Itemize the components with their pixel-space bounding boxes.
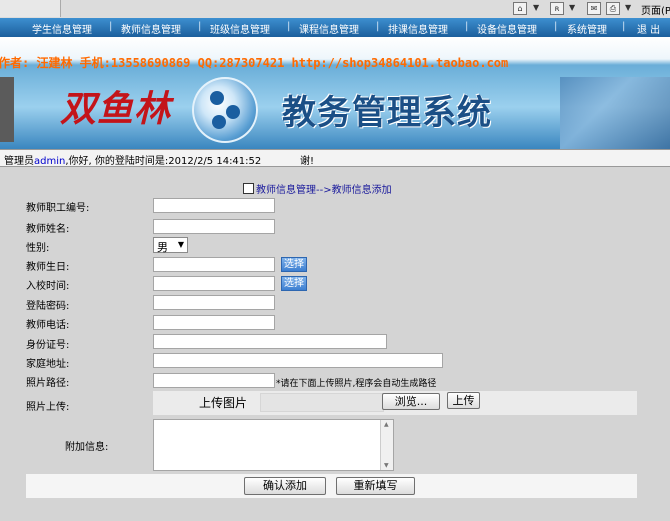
birthday-input[interactable]: [153, 257, 275, 272]
label-teacher-name: 教师姓名:: [26, 224, 70, 235]
teacher-no-input[interactable]: [153, 198, 275, 213]
address-input[interactable]: [153, 353, 443, 368]
upload-button[interactable]: 上传: [447, 392, 480, 409]
chevron-down-icon[interactable]: ▼: [533, 3, 539, 12]
breadcrumb: 教师信息管理-->教师信息添加: [243, 181, 392, 196]
extra-info-textarea[interactable]: ▲ ▼: [153, 419, 394, 471]
scroll-up-icon[interactable]: ▲: [384, 421, 389, 428]
chevron-down-icon[interactable]: ▼: [569, 3, 575, 12]
photo-path-input[interactable]: [153, 373, 275, 388]
home-icon[interactable]: ⌂: [513, 2, 527, 15]
submit-button[interactable]: 确认添加: [244, 477, 326, 495]
banner-cityscape-image: [560, 77, 670, 149]
nav-separator: |: [287, 21, 291, 32]
label-address: 家庭地址:: [26, 359, 70, 370]
nav-class-management[interactable]: 班级信息管理: [210, 21, 270, 36]
browse-button[interactable]: 浏览...: [382, 393, 440, 410]
brand-logo-text: 双鱼林: [60, 88, 172, 130]
nav-logout[interactable]: 退 出: [637, 21, 660, 36]
label-gender: 性别:: [26, 243, 50, 254]
username: admin: [34, 156, 66, 167]
reset-button[interactable]: 重新填写: [336, 477, 415, 495]
nav-student-management[interactable]: 学生信息管理: [32, 21, 92, 36]
form-actions: 确认添加 重新填写: [26, 474, 637, 498]
label-teacher-no: 教师职工编号:: [26, 203, 90, 214]
globe-logo-icon: [192, 77, 258, 143]
nav-equipment-management[interactable]: 设备信息管理: [477, 21, 537, 36]
chevron-down-icon[interactable]: ▼: [625, 3, 631, 12]
scroll-down-icon[interactable]: ▼: [384, 462, 389, 469]
user-info-bar: 管理员admin,你好, 你的登陆时间是:2012/2/5 14:41:52 谢…: [0, 149, 670, 167]
nav-separator: |: [465, 21, 469, 32]
textarea-scrollbar[interactable]: ▲ ▼: [380, 420, 393, 470]
login-info: 管理员admin,你好, 你的登陆时间是:2012/2/5 14:41:52: [4, 156, 262, 167]
password-input[interactable]: [153, 295, 275, 310]
file-path-field[interactable]: [260, 393, 384, 412]
author-contact: 作者: 汪建林 手机:13558690869 QQ:287307421 http…: [0, 56, 509, 70]
system-title: 教务管理系统: [282, 93, 492, 133]
label-id-card: 身份证号:: [26, 340, 70, 351]
label-photo-upload: 照片上传:: [26, 402, 70, 413]
upload-image-label: 上传图片: [199, 396, 248, 410]
nav-separator: |: [622, 21, 626, 32]
chevron-down-icon: ▼: [177, 240, 184, 249]
browser-toolbar: ⌂ ▼ ʀ ▼ ✉ ⎙ ▼ 页面(P): [0, 0, 670, 19]
label-photo-path: 照片路径:: [26, 378, 70, 389]
nav-teacher-management[interactable]: 教师信息管理: [121, 21, 181, 36]
label-password: 登陆密码:: [26, 301, 70, 312]
birthday-select-button[interactable]: 选择: [281, 257, 307, 272]
nav-system-management[interactable]: 系统管理: [567, 21, 607, 36]
print-icon[interactable]: ⎙: [606, 2, 620, 15]
id-card-input[interactable]: [153, 334, 387, 349]
rss-feed-icon[interactable]: ʀ: [550, 2, 564, 15]
banner-decoration: [0, 77, 14, 142]
photo-path-hint: *请在下面上传照片,程序会自动生成路径: [276, 379, 437, 389]
nav-separator: |: [554, 21, 558, 32]
entry-date-select-button[interactable]: 选择: [281, 276, 307, 291]
nav-separator: |: [109, 21, 113, 32]
label-phone: 教师电话:: [26, 320, 70, 331]
teacher-name-input[interactable]: [153, 219, 275, 234]
edit-icon: [243, 183, 254, 194]
photo-upload-row: 上传图片 浏览... 上传: [153, 391, 637, 415]
top-navigation: 学生信息管理 | 教师信息管理 | 班级信息管理 | 课程信息管理 | 排课信息…: [0, 18, 670, 37]
nav-separator: |: [198, 21, 202, 32]
label-extra-info: 附加信息:: [65, 442, 109, 453]
label-birthday: 教师生日:: [26, 262, 70, 273]
nav-separator: |: [376, 21, 380, 32]
entry-date-input[interactable]: [153, 276, 275, 291]
mail-icon[interactable]: ✉: [587, 2, 601, 15]
address-bar[interactable]: [0, 0, 61, 17]
nav-schedule-management[interactable]: 排课信息管理: [388, 21, 448, 36]
nav-course-management[interactable]: 课程信息管理: [299, 21, 359, 36]
label-entry-date: 入校时间:: [26, 281, 70, 292]
scroll-text-tail: 谢!: [300, 156, 315, 167]
header-banner: 作者: 汪建林 手机:13558690869 QQ:287307421 http…: [0, 37, 670, 149]
page-menu[interactable]: 页面(P): [641, 2, 670, 17]
phone-input[interactable]: [153, 315, 275, 330]
gender-select[interactable]: 男 ▼: [153, 237, 188, 254]
